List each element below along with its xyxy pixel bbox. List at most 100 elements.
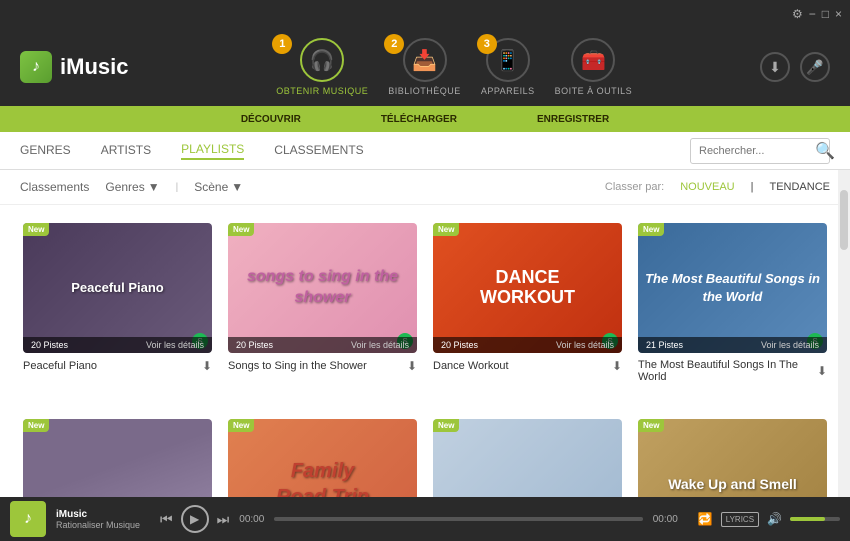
details-link[interactable]: Voir les détails [351, 340, 409, 350]
header: ♪ iMusic 🎧 1 OBTENIR MUSIQUE 📥 2 BIBLIOT… [0, 28, 850, 106]
thumb-overlay-beautiful: 21 Pistes Voir les détails [638, 337, 827, 353]
search-input[interactable] [699, 145, 809, 157]
pistes-label: 21 Pistes [646, 340, 683, 350]
sub-nav: GENRES ARTISTS PLAYLISTS CLASSEMENTS 🔍 [0, 132, 850, 170]
time-current: 00:00 [239, 514, 264, 525]
enregistrer-button[interactable]: ENREGISTRER [527, 114, 619, 125]
new-badge: New [23, 223, 49, 236]
new-badge: New [433, 419, 459, 432]
player-title: iMusic [56, 509, 140, 520]
main-content: Classements Genres ▼ | Scène ▼ Classer p… [0, 170, 850, 515]
search-box[interactable]: 🔍 [690, 138, 830, 164]
lyrics-button[interactable]: LYRICS [721, 512, 759, 527]
thumb-text-shower: songs to sing in the shower [228, 259, 417, 317]
nav-tab-boite-icon: 🧰 [571, 38, 615, 82]
thumb-text-wakeup: Wake Up and Smell [660, 467, 805, 501]
bottom-player: ♪ iMusic Rationaliser Musique ⏮ ▶ ⏭ 00:0… [0, 497, 850, 541]
playlist-title-shower: Songs to Sing in the Shower ⬇ [228, 359, 417, 373]
nav-tab-boite-label: BOITE À OUTILS [555, 86, 633, 96]
player-subtitle: Rationaliser Musique [56, 520, 140, 530]
nav-tab-obtenir[interactable]: 🎧 1 OBTENIR MUSIQUE [276, 38, 368, 96]
pistes-label: 20 Pistes [441, 340, 478, 350]
details-link[interactable]: Voir les détails [146, 340, 204, 350]
sub-nav-artists[interactable]: ARTISTS [101, 143, 151, 159]
new-badge: New [23, 419, 49, 432]
sort-separator: | [751, 181, 754, 193]
settings-icon[interactable]: ⚙ [792, 7, 803, 21]
volume-icon[interactable]: 🔊 [767, 512, 782, 526]
new-badge: New [433, 223, 459, 236]
playlist-thumb-dance: New DANCEWORKOUT S 20 Pistes Voir les dé… [433, 223, 622, 353]
logo-area: ♪ iMusic [20, 51, 128, 83]
details-link[interactable]: Voir les détails [556, 340, 614, 350]
download-icon[interactable]: ⬇ [612, 359, 622, 373]
mic-button[interactable]: 🎤 [800, 52, 830, 82]
thumb-text-piano: Peaceful Piano [63, 272, 171, 305]
new-badge: New [638, 223, 664, 236]
download-icon[interactable]: ⬇ [817, 364, 827, 378]
close-icon[interactable]: × [835, 7, 842, 21]
app-name: iMusic [60, 54, 128, 80]
playlist-card-shower[interactable]: New songs to sing in the shower S 20 Pis… [220, 215, 425, 391]
player-info: iMusic Rationaliser Musique [56, 509, 140, 530]
filter-classements[interactable]: Classements [20, 180, 89, 194]
sub-nav-classements[interactable]: CLASSEMENTS [274, 143, 363, 159]
sub-nav-playlists[interactable]: PLAYLISTS [181, 142, 244, 160]
filter-scene[interactable]: Scène ▼ [194, 180, 243, 194]
volume-bar[interactable] [790, 517, 840, 521]
thumb-text-beautiful: The Most Beautiful Songs in the World [638, 270, 827, 306]
repeat-button[interactable]: 🔁 [698, 512, 713, 526]
volume-fill [790, 517, 825, 521]
nav-tab-bibliotheque[interactable]: 📥 2 BIBLIOTHÈQUE [388, 38, 461, 96]
playlist-thumb-peaceful-piano: New Peaceful Piano S 20 Pistes Voir les … [23, 223, 212, 353]
title-bar: ⚙ − □ × [0, 0, 850, 28]
telecharger-button[interactable]: TÉLÉCHARGER [371, 114, 467, 125]
playlist-title-beautiful: The Most Beautiful Songs In The World ⬇ [638, 359, 827, 383]
sort-tendance[interactable]: TENDANCE [769, 181, 830, 193]
pistes-label: 20 Pistes [31, 340, 68, 350]
time-total: 00:00 [653, 514, 678, 525]
sort-label: Classer par: [605, 181, 664, 193]
filter-bar: Classements Genres ▼ | Scène ▼ Classer p… [0, 170, 850, 205]
player-right: 🔁 LYRICS 🔊 [698, 512, 840, 527]
nav-badge-1: 1 [272, 34, 292, 54]
search-icon[interactable]: 🔍 [815, 141, 835, 161]
new-badge: New [638, 419, 664, 432]
playlist-thumb-shower: New songs to sing in the shower S 20 Pis… [228, 223, 417, 353]
sort-nouveau[interactable]: NOUVEAU [680, 181, 734, 193]
maximize-icon[interactable]: □ [822, 7, 829, 21]
filter-genres[interactable]: Genres ▼ [105, 180, 159, 194]
playlist-card-peaceful-piano[interactable]: New Peaceful Piano S 20 Pistes Voir les … [15, 215, 220, 391]
playlist-card-beautiful[interactable]: New The Most Beautiful Songs in the Worl… [630, 215, 835, 391]
playlist-title-dance: Dance Workout ⬇ [433, 359, 622, 373]
scrollbar[interactable] [838, 170, 850, 515]
nav-tab-obtenir-icon: 🎧 [300, 38, 344, 82]
play-button[interactable]: ▶ [181, 505, 209, 533]
thumb-text-dance: DANCEWORKOUT [480, 268, 575, 308]
filter-sep1: | [176, 182, 179, 193]
minimize-icon[interactable]: − [809, 7, 816, 21]
nav-tab-appareils[interactable]: 📱 3 APPAREILS [481, 38, 535, 96]
details-link[interactable]: Voir les détails [761, 340, 819, 350]
player-controls: ⏮ ▶ ⏭ [160, 505, 229, 533]
thumb-overlay-shower: 20 Pistes Voir les détails [228, 337, 417, 353]
prev-button[interactable]: ⏮ [160, 511, 173, 528]
nav-tab-boite[interactable]: 🧰 BOITE À OUTILS [555, 38, 633, 96]
playlist-thumb-beautiful: New The Most Beautiful Songs in the Worl… [638, 223, 827, 353]
progress-bar[interactable] [274, 517, 642, 521]
download-icon[interactable]: ⬇ [202, 359, 212, 373]
new-badge: New [228, 419, 254, 432]
playlist-card-dance[interactable]: New DANCEWORKOUT S 20 Pistes Voir les dé… [425, 215, 630, 391]
download-button[interactable]: ⬇ [760, 52, 790, 82]
nav-tabs: 🎧 1 OBTENIR MUSIQUE 📥 2 BIBLIOTHÈQUE 📱 3… [168, 38, 740, 96]
decouvrir-button[interactable]: DÉCOUVRIR [231, 114, 311, 125]
scrollbar-thumb[interactable] [840, 190, 848, 250]
new-badge: New [228, 223, 254, 236]
nav-tab-bibliotheque-label: BIBLIOTHÈQUE [388, 86, 461, 96]
nav-badge-3: 3 [477, 34, 497, 54]
next-button[interactable]: ⏭ [217, 511, 230, 528]
download-icon[interactable]: ⬇ [407, 359, 417, 373]
nav-badge-2: 2 [384, 34, 404, 54]
sub-nav-genres[interactable]: GENRES [20, 143, 71, 159]
nav-tab-appareils-label: APPAREILS [481, 86, 535, 96]
